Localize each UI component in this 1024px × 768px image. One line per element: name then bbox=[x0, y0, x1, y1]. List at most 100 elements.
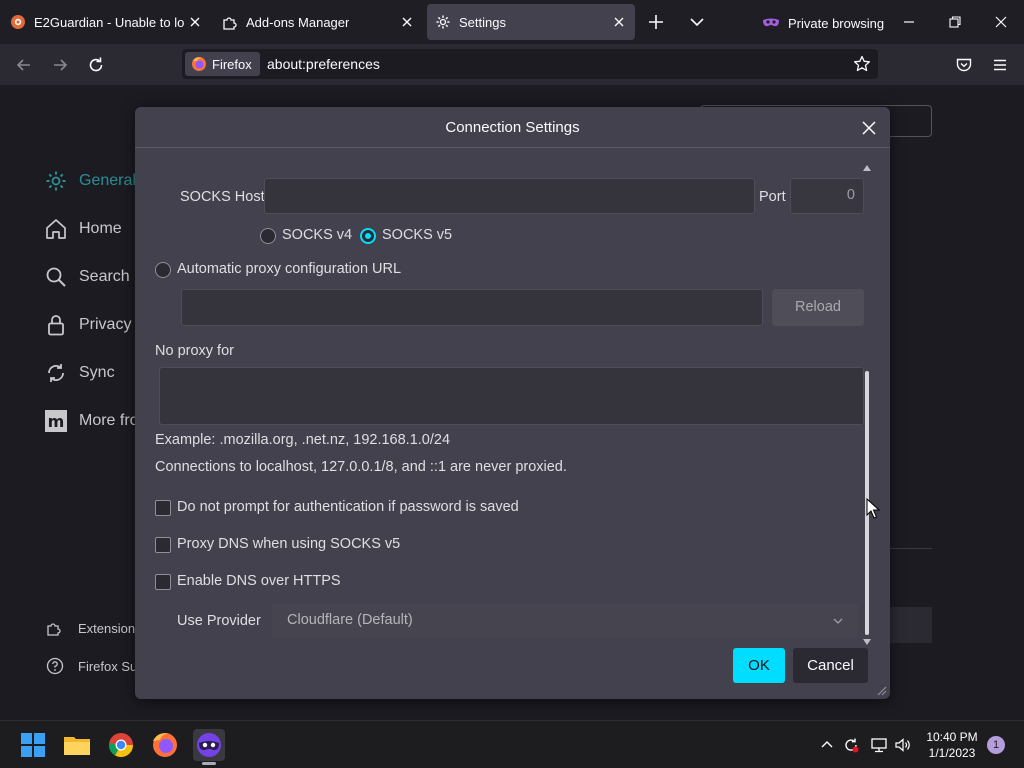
no-proxy-textarea[interactable] bbox=[159, 367, 864, 425]
ok-button[interactable]: OK bbox=[733, 648, 785, 683]
private-mask-icon bbox=[197, 733, 221, 757]
minimize-icon[interactable] bbox=[900, 13, 918, 31]
connection-settings-dialog: Connection Settings SOCKS Host Port 0 SO… bbox=[135, 107, 890, 699]
provider-dropdown[interactable]: Cloudflare (Default) bbox=[272, 604, 858, 638]
category-general[interactable]: General bbox=[44, 168, 136, 194]
start-icon[interactable] bbox=[17, 729, 49, 761]
notification-badge[interactable]: 1 bbox=[987, 736, 1005, 754]
new-tab-plus-icon[interactable] bbox=[646, 12, 666, 32]
no-auth-prompt-checkbox[interactable] bbox=[155, 500, 171, 516]
dns-over-https-checkbox[interactable] bbox=[155, 574, 171, 590]
localhost-hint: Connections to localhost, 127.0.0.1/8, a… bbox=[155, 459, 567, 475]
category-label: General bbox=[79, 172, 136, 189]
chevron-up-icon[interactable] bbox=[818, 736, 836, 754]
close-tab-icon[interactable] bbox=[188, 15, 202, 29]
network-icon[interactable] bbox=[870, 736, 888, 754]
identity-box[interactable]: Firefox bbox=[185, 52, 260, 76]
category-label: Sync bbox=[79, 364, 115, 381]
windows-taskbar: 10:40 PM 1/1/2023 1 bbox=[0, 720, 1024, 768]
url-bar[interactable]: Firefox about:preferences bbox=[182, 49, 878, 79]
tab-title: E2Guardian - Unable to load bbox=[34, 15, 184, 30]
tab-e2guardian[interactable]: E2Guardian - Unable to load bbox=[2, 4, 208, 40]
chrome-icon[interactable] bbox=[105, 729, 137, 761]
scroll-up-arrow-icon[interactable] bbox=[863, 164, 871, 172]
chevron-down-icon bbox=[833, 618, 843, 624]
identity-label: Firefox bbox=[212, 56, 252, 72]
firefox-logo-icon bbox=[192, 57, 206, 71]
tab-addons-manager[interactable]: Add-ons Manager bbox=[214, 4, 424, 40]
socks-host-label: SOCKS Host bbox=[180, 189, 265, 205]
tab-bar: E2Guardian - Unable to load Add-ons Mana… bbox=[0, 0, 1024, 44]
tab-settings[interactable]: Settings bbox=[427, 4, 635, 40]
help-icon bbox=[46, 657, 64, 675]
navigation-toolbar: Firefox about:preferences bbox=[0, 44, 1024, 85]
url-text[interactable]: about:preferences bbox=[267, 56, 380, 72]
private-browsing-indicator: Private browsing bbox=[762, 13, 884, 33]
socks-v5-radio[interactable] bbox=[360, 228, 376, 244]
firefox-private-icon[interactable] bbox=[193, 729, 225, 761]
file-explorer-icon[interactable] bbox=[61, 729, 93, 761]
e2guardian-favicon-icon bbox=[11, 15, 25, 29]
gear-icon bbox=[436, 15, 450, 29]
firefox-icon[interactable] bbox=[149, 729, 181, 761]
back-arrow-icon[interactable] bbox=[14, 55, 34, 75]
puzzle-icon bbox=[223, 17, 237, 30]
auto-proxy-label: Automatic proxy configuration URL bbox=[177, 261, 402, 277]
mouse-pointer-icon bbox=[866, 498, 880, 519]
search-icon bbox=[46, 267, 66, 287]
socks-port-input[interactable]: 0 bbox=[790, 178, 864, 214]
scroll-down-arrow-icon[interactable] bbox=[863, 638, 871, 646]
socks-v4-radio[interactable] bbox=[260, 228, 276, 244]
private-browsing-label: Private browsing bbox=[788, 15, 885, 31]
close-tab-icon[interactable] bbox=[612, 15, 626, 29]
background-panel bbox=[888, 607, 932, 643]
category-search[interactable]: Search bbox=[44, 264, 130, 290]
close-tab-icon[interactable] bbox=[400, 15, 414, 29]
example-hint: Example: .mozilla.org, .net.nz, 192.168.… bbox=[155, 432, 451, 448]
provider-value: Cloudflare (Default) bbox=[287, 612, 413, 628]
category-label: Home bbox=[79, 220, 122, 237]
clock-date: 1/1/2023 bbox=[928, 746, 976, 760]
category-sync[interactable]: Sync bbox=[44, 360, 115, 386]
hamburger-menu-icon[interactable] bbox=[991, 56, 1009, 74]
category-label: Search bbox=[79, 268, 130, 285]
divider bbox=[888, 548, 932, 549]
dialog-scrollbar[interactable] bbox=[861, 164, 873, 647]
socks-host-input[interactable] bbox=[264, 178, 755, 214]
tab-title: Add-ons Manager bbox=[246, 15, 350, 30]
svg-text:m: m bbox=[48, 412, 65, 431]
close-window-icon[interactable] bbox=[992, 13, 1010, 31]
clock-time: 10:40 PM bbox=[926, 730, 978, 744]
close-icon[interactable] bbox=[859, 118, 879, 138]
use-provider-label: Use Provider bbox=[177, 613, 261, 629]
puzzle-icon bbox=[47, 623, 61, 636]
tab-title: Settings bbox=[459, 15, 506, 30]
no-proxy-label: No proxy for bbox=[155, 343, 234, 359]
port-label: Port bbox=[759, 189, 786, 205]
socks-v4-label: SOCKS v4 bbox=[282, 227, 353, 243]
proxy-dns-label: Proxy DNS when using SOCKS v5 bbox=[177, 536, 401, 552]
dialog-title: Connection Settings bbox=[135, 107, 890, 148]
sync-icon bbox=[48, 364, 64, 382]
system-clock[interactable]: 10:40 PM 1/1/2023 bbox=[916, 729, 988, 761]
active-app-indicator bbox=[202, 762, 216, 765]
sync-alert-icon[interactable] bbox=[842, 736, 860, 754]
chevron-down-icon[interactable] bbox=[688, 13, 706, 31]
cancel-button[interactable]: Cancel bbox=[793, 648, 868, 683]
lock-icon bbox=[48, 315, 64, 336]
pocket-icon[interactable] bbox=[955, 56, 973, 74]
no-auth-prompt-label: Do not prompt for authentication if pass… bbox=[177, 499, 519, 515]
bookmark-star-icon[interactable] bbox=[853, 55, 871, 73]
volume-icon[interactable] bbox=[894, 736, 912, 754]
auto-proxy-radio[interactable] bbox=[155, 262, 171, 278]
reload-icon[interactable] bbox=[86, 55, 106, 75]
socks-v5-label: SOCKS v5 bbox=[382, 227, 453, 243]
resize-grip-icon[interactable] bbox=[875, 684, 887, 696]
auto-proxy-url-input[interactable] bbox=[181, 289, 763, 326]
mozilla-icon: m bbox=[45, 410, 67, 432]
forward-arrow-icon[interactable] bbox=[50, 55, 70, 75]
restore-window-icon[interactable] bbox=[946, 13, 964, 31]
category-home[interactable]: Home bbox=[44, 216, 122, 242]
reload-button[interactable]: Reload bbox=[772, 289, 864, 326]
proxy-dns-checkbox[interactable] bbox=[155, 537, 171, 553]
